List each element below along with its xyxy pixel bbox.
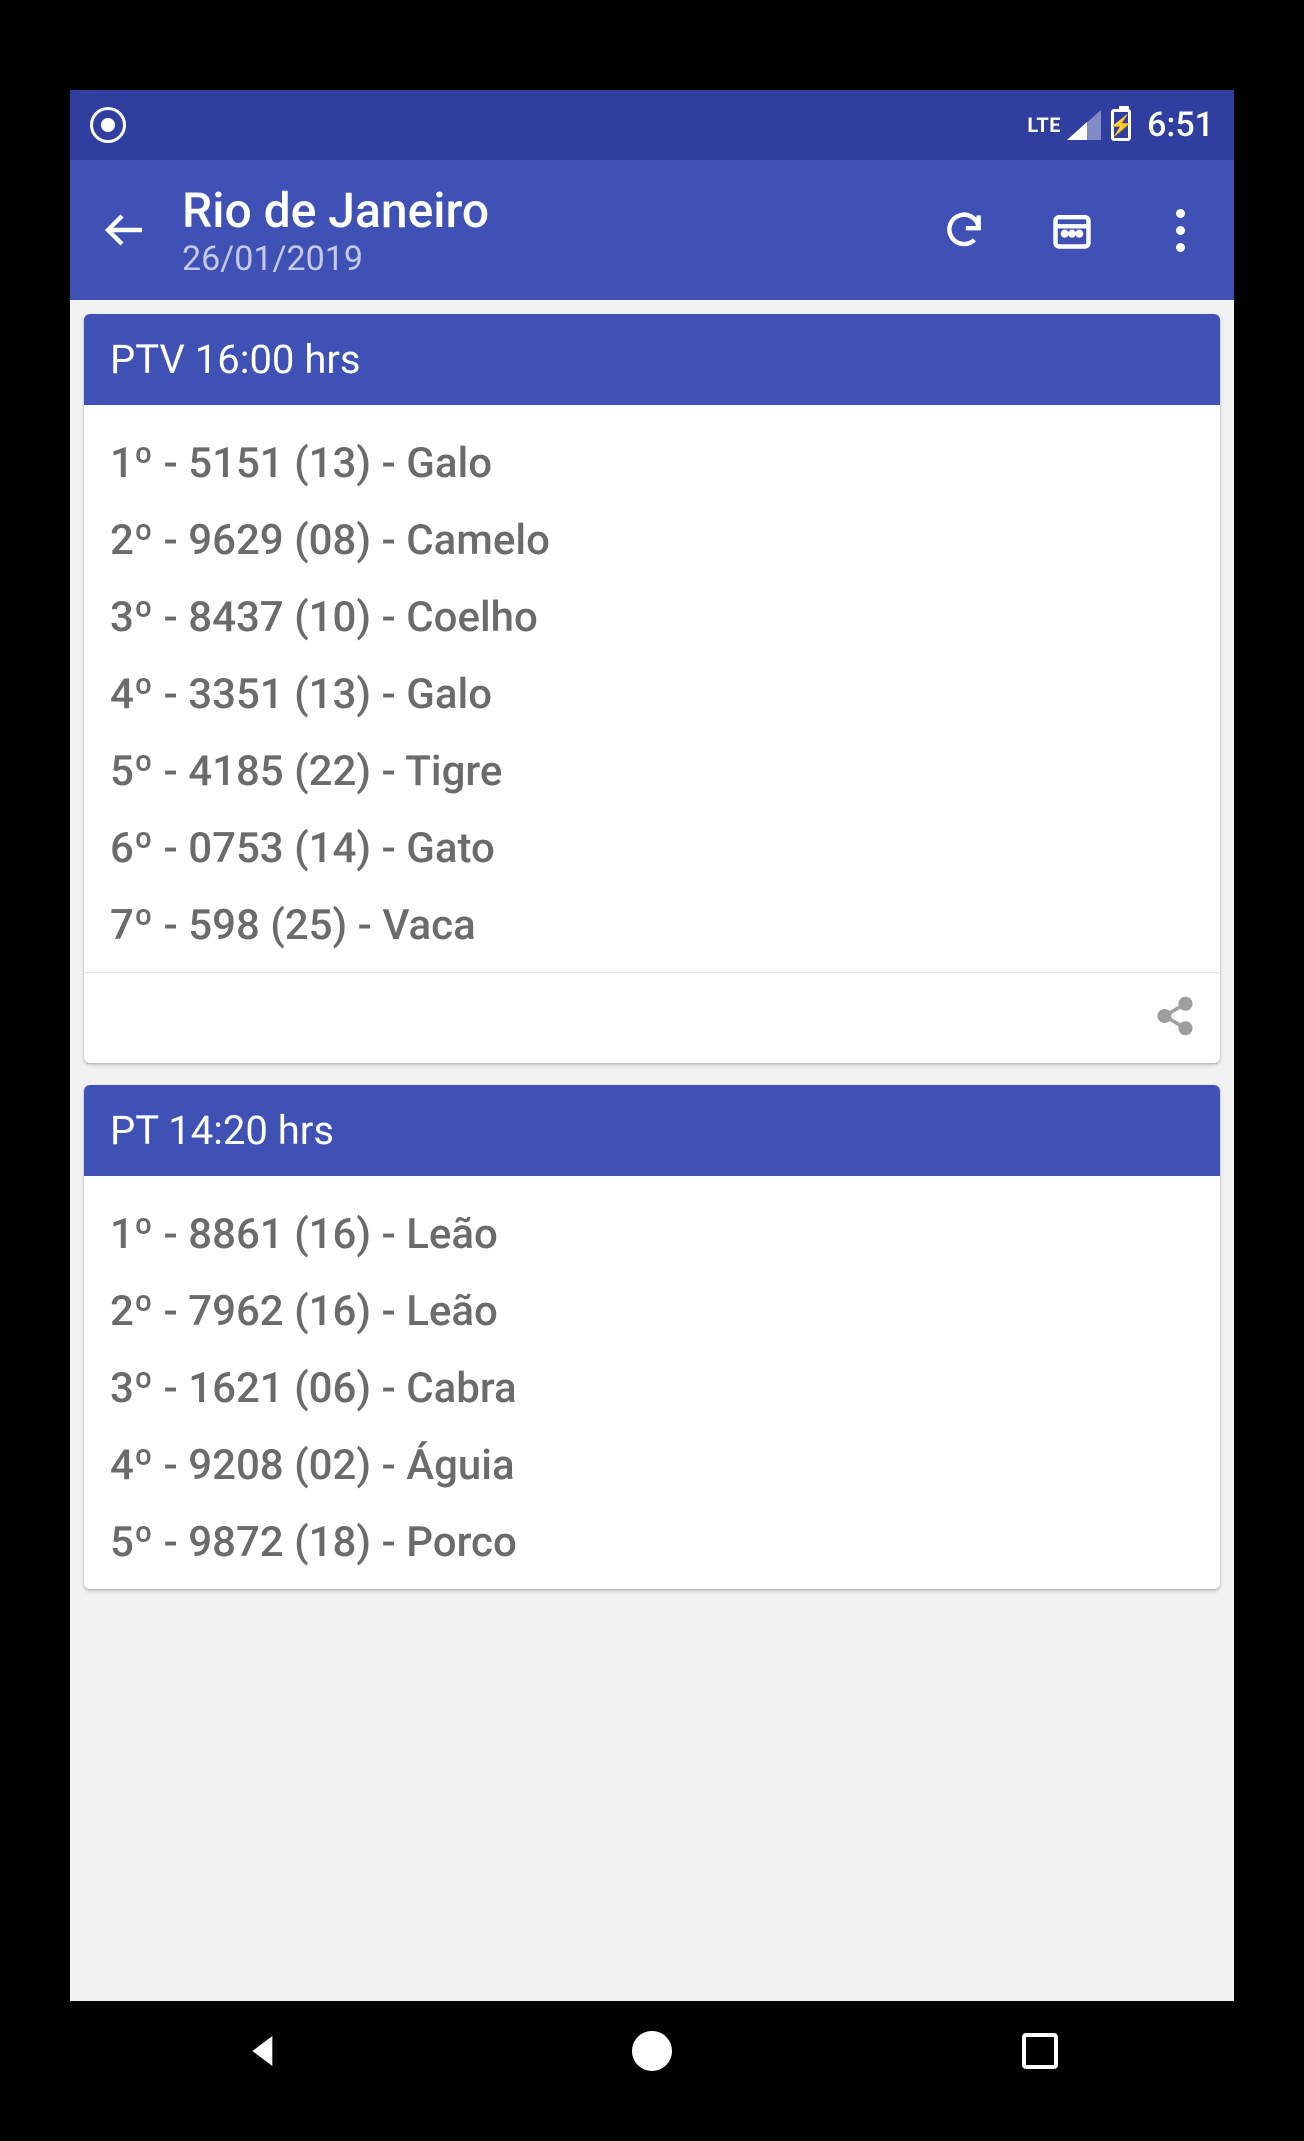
card-body: 1º - 8861 (16) - Leão 2º - 7962 (16) - L… [84, 1176, 1220, 1589]
app-bar: Rio de Janeiro 26/01/2019 [70, 160, 1234, 300]
result-row: 7º - 598 (25) - Vaca [110, 887, 1194, 964]
result-row: 2º - 9629 (08) - Camelo [110, 502, 1194, 579]
result-row: 4º - 3351 (13) - Galo [110, 656, 1194, 733]
card-header: PT 14:20 hrs [84, 1085, 1220, 1176]
card-body: 1º - 5151 (13) - Galo 2º - 9629 (08) - C… [84, 405, 1220, 972]
circle-icon [632, 2031, 672, 2071]
page-title: Rio de Janeiro [182, 182, 886, 239]
result-row: 6º - 0753 (14) - Gato [110, 810, 1194, 887]
screen: LTE ⚡ 6:51 Rio de Janeiro 26/01/2019 [70, 90, 1234, 2001]
title-block: Rio de Janeiro 26/01/2019 [182, 182, 886, 279]
result-card: PT 14:20 hrs 1º - 8861 (16) - Leão 2º - … [84, 1085, 1220, 1589]
back-button[interactable] [94, 200, 154, 260]
card-footer [84, 972, 1220, 1063]
status-bar: LTE ⚡ 6:51 [70, 90, 1234, 160]
result-card: PTV 16:00 hrs 1º - 5151 (13) - Galo 2º -… [84, 314, 1220, 1063]
android-nav-bar [70, 2001, 1234, 2101]
status-dot-icon [90, 107, 126, 143]
page-subtitle: 26/01/2019 [182, 239, 886, 279]
signal-icon [1067, 110, 1101, 140]
result-row: 2º - 7962 (16) - Leão [110, 1273, 1194, 1350]
result-row: 4º - 9208 (02) - Águia [110, 1427, 1194, 1504]
share-button[interactable] [1150, 991, 1200, 1041]
nav-recent-button[interactable] [1010, 2021, 1070, 2081]
battery-charging-icon: ⚡ [1111, 109, 1131, 141]
more-vert-icon [1176, 209, 1185, 252]
result-row: 1º - 5151 (13) - Galo [110, 425, 1194, 502]
square-icon [1022, 2033, 1058, 2069]
card-header: PTV 16:00 hrs [84, 314, 1220, 405]
refresh-button[interactable] [934, 200, 994, 260]
nav-home-button[interactable] [622, 2021, 682, 2081]
calendar-button[interactable] [1042, 200, 1102, 260]
more-button[interactable] [1150, 200, 1210, 260]
content[interactable]: PTV 16:00 hrs 1º - 5151 (13) - Galo 2º -… [70, 300, 1234, 2001]
status-clock: 6:51 [1147, 105, 1214, 145]
result-row: 5º - 4185 (22) - Tigre [110, 733, 1194, 810]
device-frame: LTE ⚡ 6:51 Rio de Janeiro 26/01/2019 [0, 0, 1304, 2141]
result-row: 5º - 9872 (18) - Porco [110, 1504, 1194, 1581]
result-row: 3º - 8437 (10) - Coelho [110, 579, 1194, 656]
status-right: LTE ⚡ 6:51 [1027, 105, 1214, 145]
network-lte-label: LTE [1027, 113, 1061, 137]
result-row: 3º - 1621 (06) - Cabra [110, 1350, 1194, 1427]
result-row: 1º - 8861 (16) - Leão [110, 1196, 1194, 1273]
nav-back-button[interactable] [234, 2021, 294, 2081]
